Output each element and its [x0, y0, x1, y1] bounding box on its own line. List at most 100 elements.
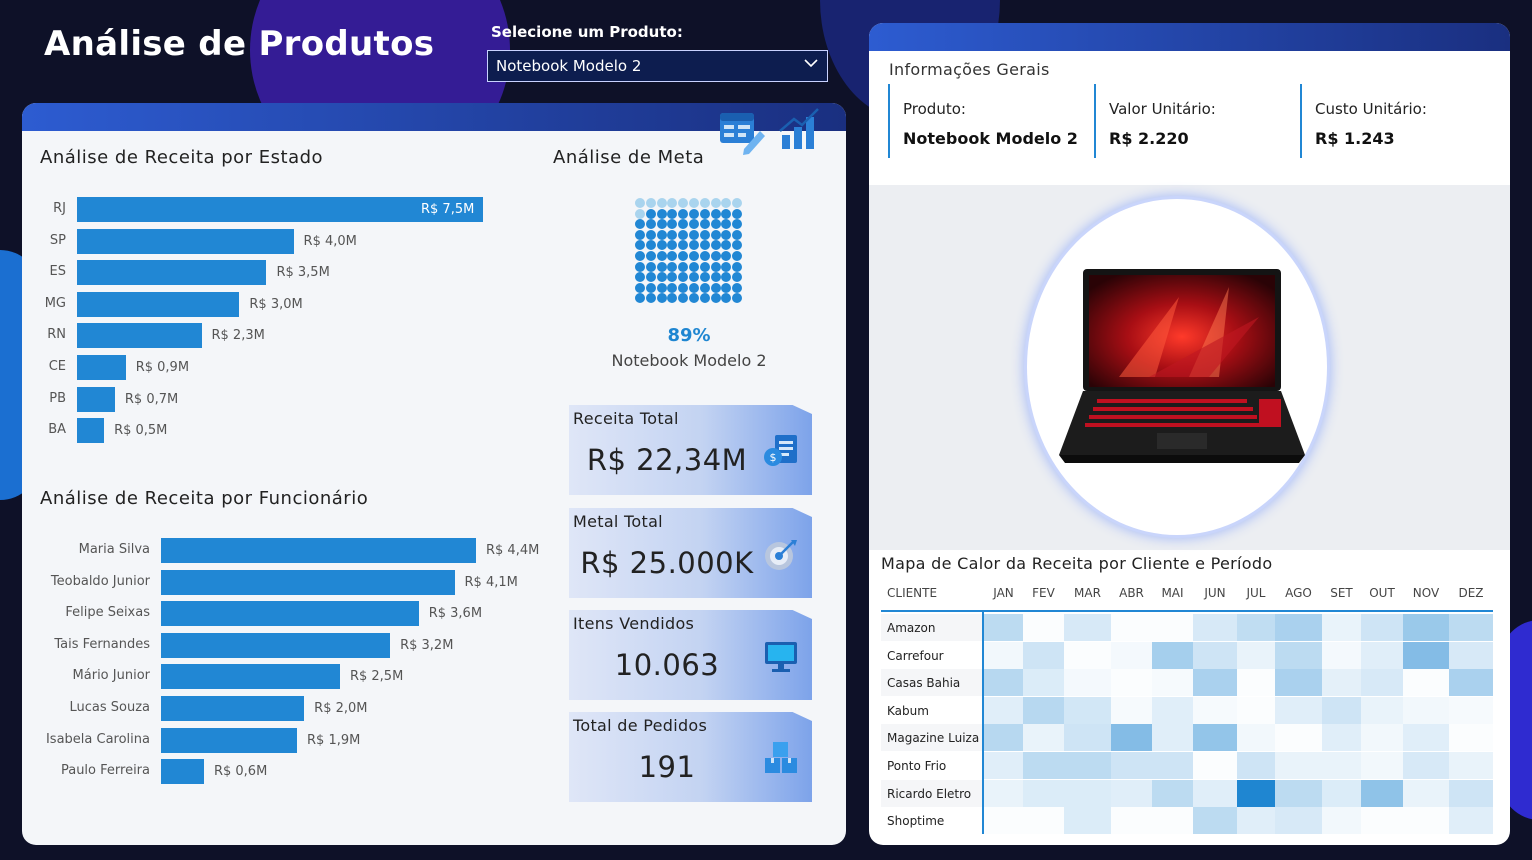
heatmap-cell[interactable]	[1275, 641, 1322, 669]
heatmap-cell[interactable]	[1275, 614, 1322, 641]
heatmap-cell[interactable]	[1275, 669, 1322, 697]
heatmap-cell[interactable]	[1152, 724, 1193, 752]
heatmap-cell[interactable]	[1275, 752, 1322, 779]
bar[interactable]	[161, 601, 419, 627]
heatmap-cell[interactable]	[984, 696, 1023, 724]
heatmap-cell[interactable]	[1237, 641, 1275, 669]
heatmap-cell[interactable]	[1152, 752, 1193, 779]
heatmap-cell[interactable]	[1361, 614, 1403, 641]
heatmap-cell[interactable]	[1449, 669, 1493, 697]
heatmap-cell[interactable]	[984, 669, 1023, 697]
bar-chart-icon[interactable]	[778, 105, 822, 151]
heatmap-cell[interactable]	[984, 779, 1023, 807]
heatmap-cell[interactable]	[1449, 779, 1493, 807]
heatmap-cell[interactable]	[1322, 614, 1361, 641]
heatmap-cell[interactable]	[1023, 641, 1064, 669]
bar[interactable]	[77, 386, 115, 412]
heatmap-cell[interactable]	[984, 752, 1023, 779]
heatmap-cell[interactable]	[1237, 779, 1275, 807]
heatmap-cell[interactable]	[1449, 614, 1493, 641]
bar[interactable]	[161, 727, 298, 753]
heatmap-cell[interactable]	[1322, 724, 1361, 752]
bar[interactable]	[77, 355, 126, 380]
heatmap-cell[interactable]	[1152, 696, 1193, 724]
heatmap-cell[interactable]	[1322, 807, 1361, 835]
bar[interactable]	[77, 418, 105, 444]
heatmap-cell[interactable]	[984, 614, 1023, 641]
heatmap-cell[interactable]	[1111, 724, 1152, 752]
heatmap-cell[interactable]	[1111, 807, 1152, 835]
heatmap-cell[interactable]	[1237, 807, 1275, 835]
heatmap-cell[interactable]	[1322, 752, 1361, 779]
heatmap-cell[interactable]	[984, 641, 1023, 669]
heatmap-cell[interactable]	[1023, 696, 1064, 724]
heatmap-cell[interactable]	[1193, 807, 1237, 835]
heatmap-cell[interactable]	[1237, 614, 1275, 641]
heatmap-cell[interactable]	[1193, 641, 1237, 669]
heatmap-cell[interactable]	[1403, 724, 1449, 752]
heatmap-cell[interactable]	[1403, 669, 1449, 697]
heatmap-cell[interactable]	[1111, 779, 1152, 807]
heatmap-cell[interactable]	[1403, 807, 1449, 835]
heatmap-cell[interactable]	[1023, 724, 1064, 752]
heatmap-cell[interactable]	[1111, 669, 1152, 697]
heatmap-cell[interactable]	[1152, 779, 1193, 807]
heatmap-cell[interactable]	[1275, 696, 1322, 724]
heatmap-cell[interactable]	[1237, 669, 1275, 697]
heatmap-cell[interactable]	[1322, 641, 1361, 669]
heatmap-cell[interactable]	[1275, 807, 1322, 835]
heatmap-cell[interactable]	[1361, 696, 1403, 724]
heatmap-cell[interactable]	[1361, 752, 1403, 779]
heatmap-cell[interactable]	[1193, 614, 1237, 641]
heatmap-cell[interactable]	[1403, 779, 1449, 807]
heatmap-cell[interactable]	[1237, 696, 1275, 724]
heatmap-cell[interactable]	[1361, 807, 1403, 835]
heatmap-cell[interactable]	[1064, 641, 1111, 669]
heatmap-cell[interactable]	[1237, 724, 1275, 752]
heatmap-cell[interactable]	[1152, 669, 1193, 697]
bar[interactable]	[161, 664, 340, 690]
bar[interactable]	[77, 228, 294, 254]
heatmap-cell[interactable]	[1403, 696, 1449, 724]
bar[interactable]	[77, 291, 240, 317]
bar[interactable]	[161, 538, 476, 563]
heatmap-cell[interactable]	[1023, 669, 1064, 697]
heatmap-cell[interactable]	[1275, 779, 1322, 807]
heatmap-cell[interactable]	[1023, 752, 1064, 779]
heatmap-cell[interactable]	[1449, 752, 1493, 779]
bar[interactable]	[161, 632, 391, 658]
product-select[interactable]: Notebook Modelo 2	[487, 50, 828, 82]
heatmap-cell[interactable]	[1361, 669, 1403, 697]
heatmap-cell[interactable]	[1449, 807, 1493, 835]
heatmap-cell[interactable]	[1361, 724, 1403, 752]
heatmap-cell[interactable]	[1403, 641, 1449, 669]
heatmap-cell[interactable]	[1403, 614, 1449, 641]
heatmap-cell[interactable]	[1023, 779, 1064, 807]
heatmap-cell[interactable]	[1449, 641, 1493, 669]
heatmap-cell[interactable]	[1322, 696, 1361, 724]
heatmap-cell[interactable]	[1237, 752, 1275, 779]
heatmap-cell[interactable]	[1152, 614, 1193, 641]
bar[interactable]	[161, 696, 305, 721]
heatmap-cell[interactable]	[984, 807, 1023, 835]
heatmap-cell[interactable]	[1152, 641, 1193, 669]
heatmap-cell[interactable]	[1322, 669, 1361, 697]
heatmap-cell[interactable]	[1403, 752, 1449, 779]
heatmap-cell[interactable]	[1064, 614, 1111, 641]
bar[interactable]	[161, 569, 455, 595]
heatmap-cell[interactable]	[1361, 641, 1403, 669]
heatmap-cell[interactable]	[1193, 779, 1237, 807]
heatmap-cell[interactable]	[1111, 614, 1152, 641]
heatmap-cell[interactable]	[1111, 752, 1152, 779]
heatmap-cell[interactable]	[1111, 696, 1152, 724]
bar[interactable]	[161, 759, 204, 785]
heatmap-cell[interactable]	[1193, 752, 1237, 779]
heatmap-cell[interactable]	[1111, 641, 1152, 669]
bar[interactable]	[77, 323, 202, 349]
heatmap-cell[interactable]	[984, 724, 1023, 752]
heatmap-cell[interactable]	[1064, 752, 1111, 779]
heatmap-cell[interactable]	[1064, 696, 1111, 724]
heatmap-cell[interactable]	[1361, 779, 1403, 807]
heatmap-cell[interactable]	[1023, 614, 1064, 641]
heatmap-cell[interactable]	[1322, 779, 1361, 807]
